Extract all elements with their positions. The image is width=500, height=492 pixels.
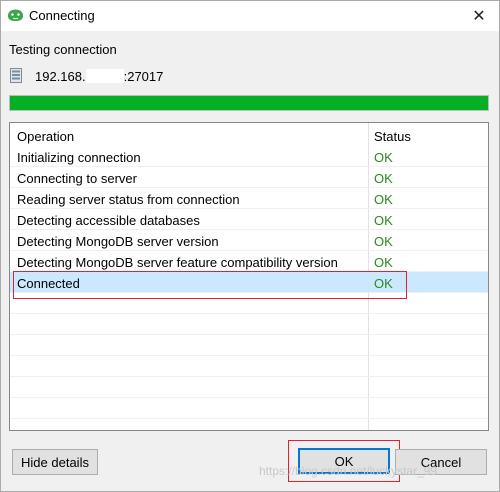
hide-details-button[interactable]: Hide details <box>12 449 98 475</box>
status-cell: OK <box>374 234 393 249</box>
column-header-status[interactable]: Status <box>374 129 411 144</box>
ok-button[interactable]: OK <box>298 448 390 474</box>
table-header: Operation Status <box>10 125 488 146</box>
window-title: Connecting <box>29 8 95 23</box>
table-row[interactable]: Detecting MongoDB server feature compati… <box>10 251 488 272</box>
operation-cell: Connecting to server <box>17 171 137 186</box>
empty-table-row <box>10 314 488 335</box>
table-row[interactable]: Connected OK <box>10 272 488 293</box>
server-icon <box>10 68 22 83</box>
table-row[interactable]: Detecting MongoDB server version OK <box>10 230 488 251</box>
empty-table-row <box>10 293 488 314</box>
status-cell: OK <box>374 150 393 165</box>
status-cell: OK <box>374 171 393 186</box>
progress-fill <box>10 96 488 110</box>
operation-cell: Reading server status from connection <box>17 192 240 207</box>
column-header-operation[interactable]: Operation <box>17 129 74 144</box>
operation-cell: Detecting MongoDB server feature compati… <box>17 255 338 270</box>
status-cell: OK <box>374 213 393 228</box>
table-row[interactable]: Detecting accessible databases OK <box>10 209 488 230</box>
server-address: 192.168. :27017 <box>35 69 163 84</box>
connecting-dialog: Connecting ✕ Testing connection 192.168.… <box>0 0 500 492</box>
table-row[interactable]: Initializing connection OK <box>10 146 488 167</box>
operation-cell: Initializing connection <box>17 150 141 165</box>
close-icon: ✕ <box>472 8 486 25</box>
operations-table: Operation Status Initializing connection… <box>9 122 489 431</box>
status-cell: OK <box>374 192 393 207</box>
empty-table-row <box>10 398 488 419</box>
operation-cell: Detecting accessible databases <box>17 213 200 228</box>
mongodb-leaf-icon <box>8 9 23 21</box>
operation-cell: Connected <box>17 276 80 291</box>
empty-table-row <box>10 335 488 356</box>
connection-progress-bar <box>9 95 489 111</box>
table-row[interactable]: Reading server status from connection OK <box>10 188 488 209</box>
status-cell: OK <box>374 255 393 270</box>
empty-table-row <box>10 377 488 398</box>
cancel-button[interactable]: Cancel <box>395 449 487 475</box>
close-button[interactable]: ✕ <box>459 1 499 31</box>
table-row[interactable]: Connecting to server OK <box>10 167 488 188</box>
server-port: :27017 <box>123 69 164 84</box>
title-bar[interactable]: Connecting ✕ <box>1 1 499 31</box>
operation-cell: Detecting MongoDB server version <box>17 234 219 249</box>
server-ip-prefix: 192.168. <box>35 69 86 84</box>
empty-table-row <box>10 356 488 377</box>
status-cell: OK <box>374 276 393 291</box>
redacted-ip-segment <box>85 69 124 83</box>
testing-connection-heading: Testing connection <box>9 42 117 57</box>
